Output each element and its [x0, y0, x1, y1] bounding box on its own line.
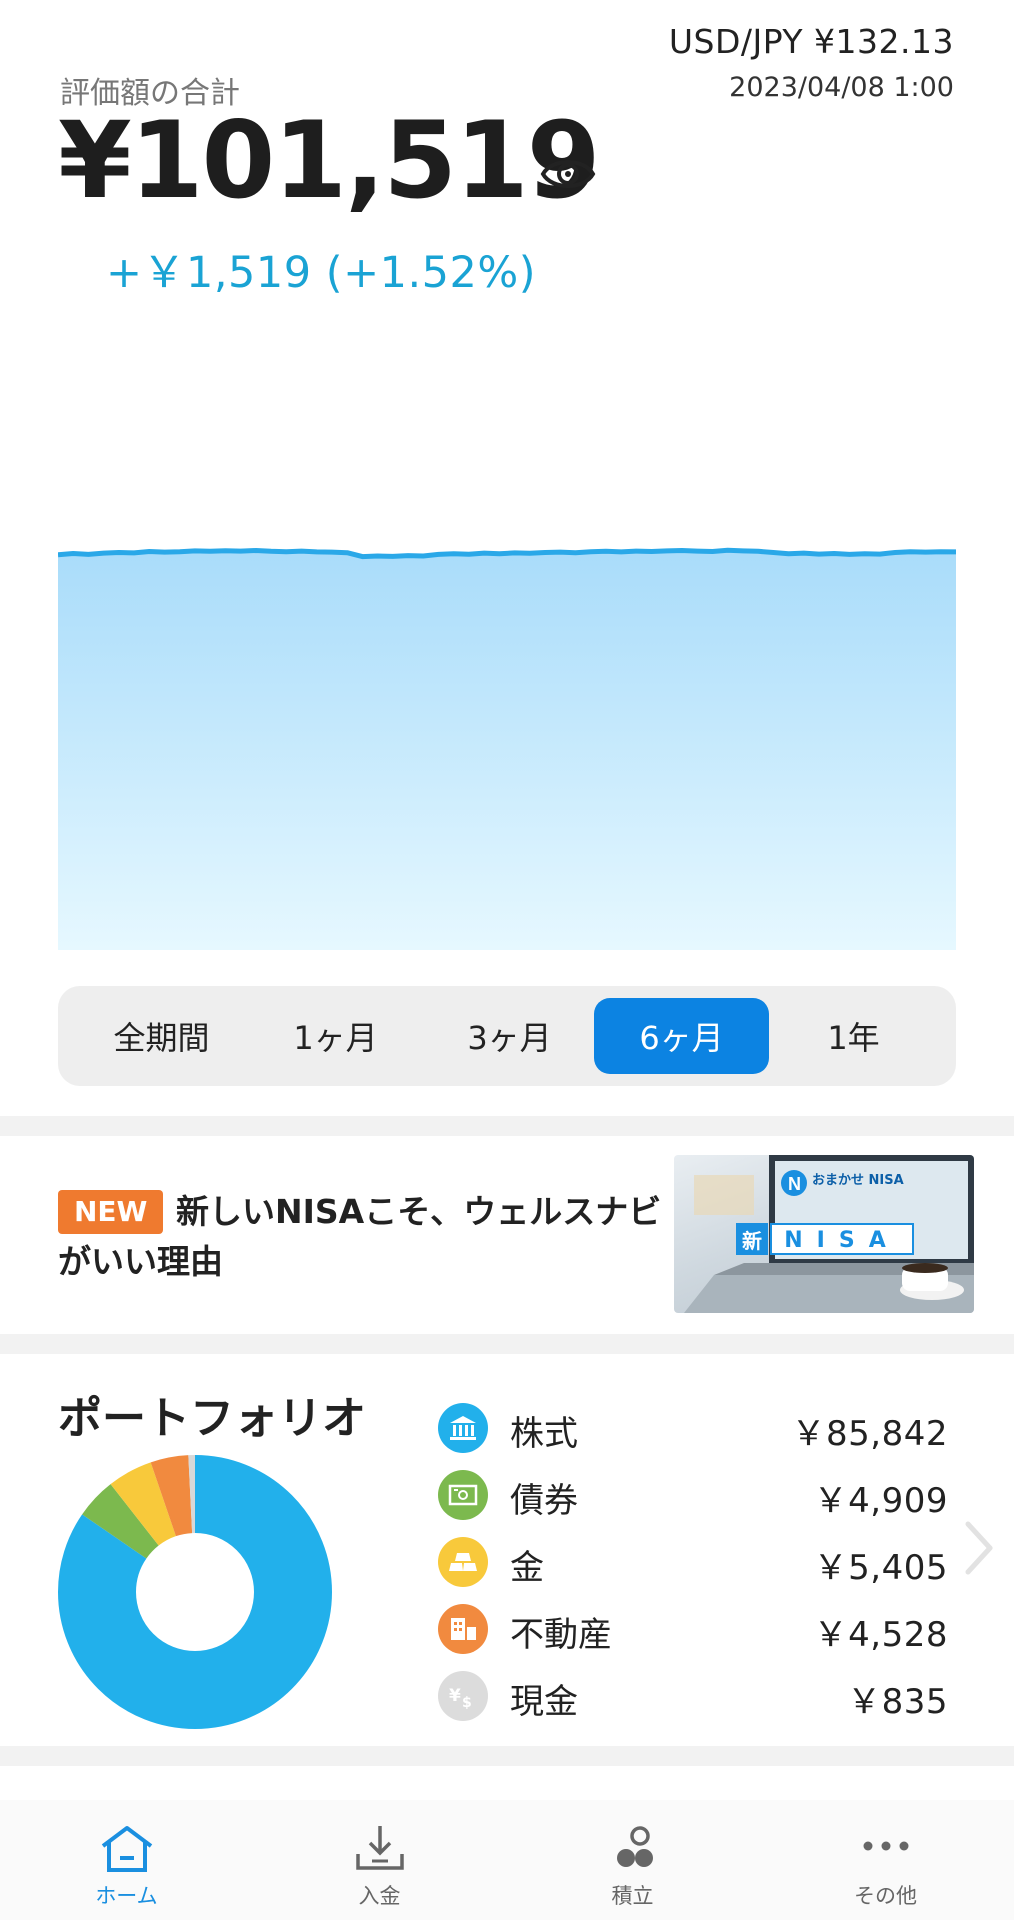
asset-row-cash[interactable]: ¥ $ 現金 ￥835 [438, 1668, 948, 1724]
asset-value: ￥835 [847, 1682, 948, 1722]
building-icon [438, 1604, 488, 1654]
more-icon [863, 1841, 908, 1851]
deposit-icon [355, 1826, 404, 1870]
chart-area-fill [58, 550, 956, 950]
asset-name: 債券 [510, 1481, 578, 1521]
asset-value: ￥4,528 [813, 1615, 948, 1655]
nav-home[interactable]: ホーム [0, 1800, 253, 1920]
asset-row-bonds[interactable]: 債券 ￥4,909 [438, 1467, 948, 1523]
asset-value: ￥5,405 [813, 1548, 948, 1588]
portfolio-title: ポートフォリオ [58, 1393, 366, 1444]
asset-row-real-estate[interactable]: 不動産 ￥4,528 [438, 1601, 948, 1657]
asset-row-gold[interactable]: 金 ￥5,405 [438, 1534, 948, 1590]
svg-text:¥: ¥ [449, 1686, 461, 1706]
total-value: ¥101,519 [58, 99, 601, 222]
nav-label: 積立 [611, 1884, 654, 1908]
banner-title[interactable]: 新しいNISAこそ、ウェルスナビ [176, 1190, 661, 1234]
banner-image[interactable]: N おまかせ NISA 新 NISA [674, 1155, 974, 1313]
exchange-rate: USD/JPY ¥132.13 [668, 22, 954, 61]
eye-icon[interactable] [540, 150, 596, 198]
nav-more[interactable]: その他 [759, 1800, 1012, 1920]
period-tab-1y[interactable]: 1年 [766, 998, 941, 1074]
nav-label: その他 [854, 1884, 917, 1908]
asset-value: ￥4,909 [813, 1481, 948, 1521]
asset-name: 株式 [510, 1414, 578, 1454]
banner-title-continued[interactable]: がいい理由 [58, 1240, 223, 1284]
svg-text:N: N [788, 1174, 801, 1194]
performance-chart[interactable] [58, 540, 956, 950]
new-badge: NEW [58, 1190, 164, 1234]
change-value: +￥1,519 (+1.52%) [106, 248, 536, 298]
bond-icon [438, 1470, 488, 1520]
period-tab-all[interactable]: 全期間 [74, 998, 249, 1074]
asset-name: 金 [510, 1548, 544, 1588]
period-tab-3m[interactable]: 3ヶ月 [422, 998, 597, 1074]
nav-accumulate[interactable]: 積立 [506, 1800, 759, 1920]
accumulate-icon [616, 1826, 653, 1867]
portfolio-donut-chart[interactable] [58, 1455, 332, 1729]
banner-image-new: 新 [736, 1223, 768, 1255]
gold-icon [438, 1537, 488, 1587]
period-selector: 全期間 1ヶ月 3ヶ月 6ヶ月 1年 [58, 986, 956, 1086]
bottom-navigation: ホーム 入金 積立 その他 [0, 1800, 1014, 1920]
banner-image-nisa: NISA [770, 1223, 914, 1255]
asset-name: 不動産 [510, 1615, 612, 1655]
asset-value: ￥85,842 [791, 1414, 948, 1454]
nav-label: ホーム [95, 1884, 158, 1908]
timestamp: 2023/04/08 1:00 [729, 72, 954, 103]
chevron-right-icon[interactable] [962, 1518, 996, 1578]
section-divider [0, 1746, 1014, 1766]
cash-icon: ¥ $ [438, 1671, 488, 1721]
asset-name: 現金 [510, 1682, 578, 1722]
section-divider [0, 1334, 1014, 1354]
bank-icon [438, 1403, 488, 1453]
nav-label: 入金 [358, 1884, 401, 1908]
nav-deposit[interactable]: 入金 [253, 1800, 506, 1920]
home-icon [101, 1826, 152, 1872]
period-tab-6m[interactable]: 6ヶ月 [594, 998, 769, 1074]
asset-row-stocks[interactable]: 株式 ￥85,842 [438, 1400, 948, 1456]
period-tab-1m[interactable]: 1ヶ月 [248, 998, 423, 1074]
svg-text:$: $ [462, 1695, 472, 1709]
banner-image-brand: おまかせ NISA [812, 1173, 904, 1188]
section-divider [0, 1116, 1014, 1136]
